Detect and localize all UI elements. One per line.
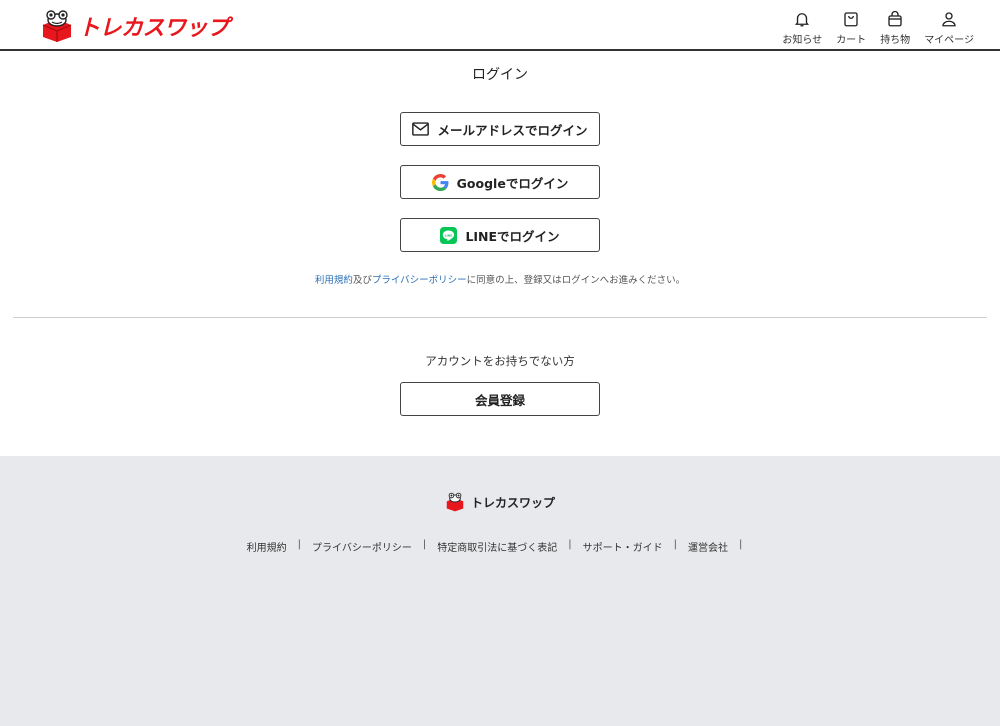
register-label: 会員登録: [474, 392, 525, 408]
header-nav: お知らせ カート 持ち物 マイページ: [782, 10, 974, 46]
terms-rest: に同意の上、登録又はログインへお進みください。: [466, 275, 686, 286]
footer-links: 利用規約 | プライバシーポリシー | 特定商取引法に基づく表記 | サポート・…: [0, 539, 1000, 554]
footer-logo-text: トレカスワップ: [470, 495, 555, 510]
footer-separator: |: [422, 539, 427, 550]
logo[interactable]: トレカスワップ: [40, 9, 229, 43]
nav-label: 持ち物: [880, 35, 911, 46]
nav-mypage[interactable]: マイページ: [924, 10, 974, 46]
page-title: ログイン: [472, 67, 528, 83]
google-icon: [431, 173, 449, 191]
terms-and: 及び: [352, 275, 372, 286]
bell-icon: [795, 13, 810, 27]
nav-label: お知らせ: [782, 35, 823, 46]
footer-link-terms[interactable]: 利用規約: [247, 539, 287, 554]
no-account-text: アカウントをお持ちでない方: [425, 354, 575, 368]
line-login-label: LINEでログイン: [465, 228, 560, 244]
login-section: ログイン メールアドレスでログイン Googleでログイン LINE LINEで…: [0, 51, 1000, 456]
email-login-label: メールアドレスでログイン: [437, 122, 588, 138]
register-button[interactable]: 会員登録: [400, 382, 600, 416]
footer-separator: |: [297, 539, 302, 550]
footer-link-support[interactable]: サポート・ガイド: [583, 539, 663, 554]
nav-label: カート: [836, 35, 867, 46]
frog-logo-icon: [42, 10, 72, 42]
mail-icon: [412, 121, 430, 138]
terms-notice: 利用規約及びプライバシーポリシーに同意の上、登録又はログインへお進みください。: [0, 272, 1000, 286]
frog-logo-icon: [446, 492, 464, 512]
google-login-label: Googleでログイン: [456, 175, 569, 191]
footer: トレカスワップ 利用規約 | プライバシーポリシー | 特定商取引法に基づく表記…: [0, 456, 1000, 726]
footer-link-privacy[interactable]: プライバシーポリシー: [312, 539, 412, 554]
footer-link-company[interactable]: 運営会社: [688, 539, 728, 554]
nav-cart[interactable]: カート: [836, 10, 866, 46]
nav-label: マイページ: [924, 35, 974, 46]
nav-belongings[interactable]: 持ち物: [880, 10, 910, 46]
footer-link-commerce[interactable]: 特定商取引法に基づく表記: [437, 539, 557, 554]
terms-link[interactable]: 利用規約: [315, 275, 353, 286]
footer-separator: |: [738, 539, 743, 550]
header: トレカスワップ お知らせ カート 持ち物 マイページ: [0, 0, 1000, 51]
line-icon: LINE: [440, 226, 458, 244]
footer-separator: |: [673, 539, 677, 550]
user-icon: [942, 12, 956, 27]
footer-logo[interactable]: トレカスワップ: [0, 492, 1000, 512]
line-login-button[interactable]: LINE LINEでログイン: [400, 218, 600, 252]
footer-separator: |: [568, 539, 572, 550]
email-login-button[interactable]: メールアドレスでログイン: [400, 112, 600, 146]
nav-notifications[interactable]: お知らせ: [782, 10, 822, 46]
cart-icon: [844, 12, 858, 27]
privacy-link[interactable]: プライバシーポリシー: [372, 275, 467, 286]
google-login-button[interactable]: Googleでログイン: [400, 165, 600, 199]
svg-text:LINE: LINE: [445, 233, 453, 237]
bag-icon: [888, 10, 902, 27]
divider: [13, 317, 987, 318]
logo-text: トレカスワップ: [78, 16, 229, 41]
